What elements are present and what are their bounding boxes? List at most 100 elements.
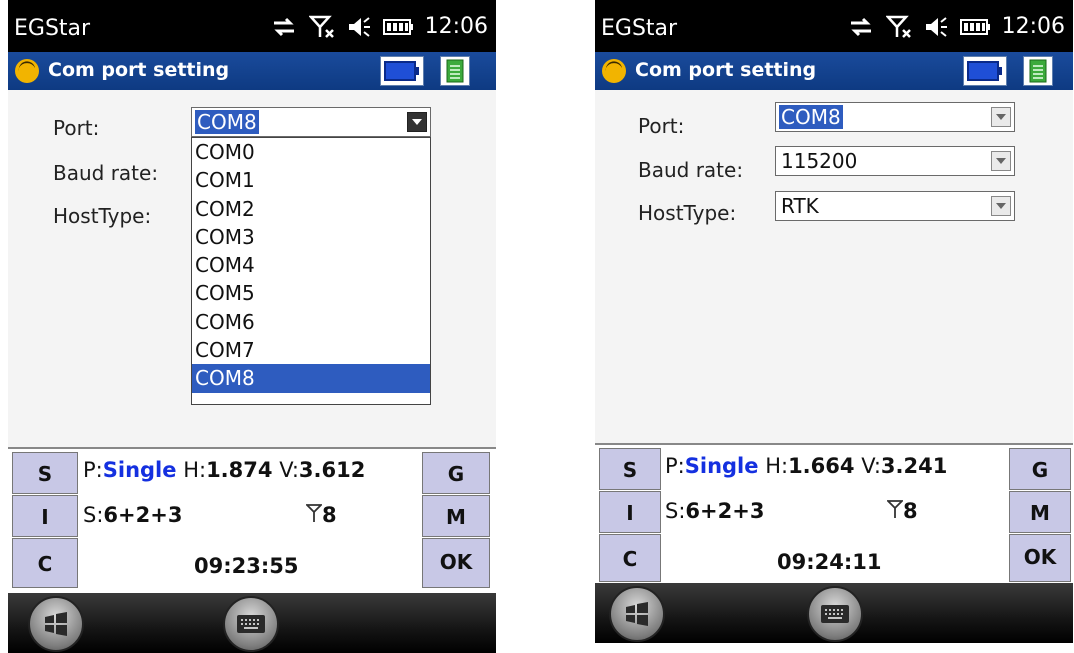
h-precision: 1.664 [788, 454, 855, 478]
solution-type: Single [102, 458, 177, 482]
dropdown-arrow-icon[interactable] [991, 196, 1011, 216]
battery-icon [382, 18, 413, 35]
battery-icon [959, 18, 990, 35]
hosttype-select[interactable]: RTK [775, 191, 1015, 221]
keyboard-button[interactable] [223, 596, 279, 652]
gps-time: 09:24:11 [777, 550, 882, 574]
title-bar: Com port setting [8, 52, 496, 90]
start-button[interactable] [28, 596, 84, 652]
taskbar [595, 583, 1073, 643]
m-button[interactable]: M [1009, 491, 1071, 533]
satellite-count: 6+2+3 [103, 503, 183, 527]
m-button[interactable]: M [422, 495, 490, 537]
port-option[interactable]: COM6 [192, 308, 430, 336]
notes-button[interactable] [1023, 56, 1053, 86]
battery-status-button[interactable] [380, 56, 424, 86]
clock-time: 12:06 [1001, 14, 1065, 39]
settings-form: Port: Baud rate: HostType: COM8 COM0 COM… [8, 90, 496, 458]
antenna-count: 8 [322, 503, 337, 527]
g-button[interactable]: G [1009, 448, 1071, 490]
position-status-line: P:Single H:1.874 V:3.612 [83, 458, 365, 482]
satellite-line: S:6+2+3 [83, 503, 182, 527]
position-status-line: P:Single H:1.664 V:3.241 [665, 454, 947, 478]
port-option[interactable]: COM7 [192, 336, 430, 364]
h-label: H: [183, 458, 207, 482]
taskbar [8, 593, 496, 653]
satellite-line: S:6+2+3 [665, 499, 764, 523]
baud-rate-value: 115200 [781, 149, 858, 173]
port-dropdown-list[interactable]: COM0 COM1 COM2 COM3 COM4 COM5 COM6 COM7 … [191, 137, 431, 405]
volume-icon [347, 16, 371, 38]
hosttype-label: HostType: [53, 204, 152, 228]
gps-status-panel: S I C G M OK P:Single H:1.874 V:3.612 S:… [8, 447, 496, 595]
port-label: Port: [638, 114, 685, 138]
i-button[interactable]: I [599, 491, 661, 533]
antenna-readout: 8 [885, 499, 918, 523]
port-select[interactable]: COM8 [191, 107, 431, 137]
dropdown-arrow-icon[interactable] [407, 112, 427, 132]
keyboard-icon [821, 605, 849, 623]
phone-screen-right: EGStar 12:06 Com port setting Port: Baud… [595, 0, 1073, 643]
windows-logo-icon [626, 602, 648, 626]
ok-button[interactable]: OK [1009, 534, 1071, 582]
i-button[interactable]: I [12, 495, 78, 537]
page-title: Com port setting [635, 59, 817, 81]
port-option[interactable]: COM4 [192, 251, 430, 279]
antenna-icon [304, 503, 324, 527]
h-precision: 1.874 [206, 458, 273, 482]
start-button[interactable] [609, 586, 665, 642]
ok-button[interactable]: OK [422, 538, 490, 588]
baud-rate-label: Baud rate: [638, 158, 744, 182]
settings-form: Port: Baud rate: HostType: COM8 115200 R… [595, 90, 1073, 448]
keyboard-button[interactable] [807, 586, 863, 642]
v-label: V: [861, 454, 881, 478]
v-precision: 3.612 [298, 458, 366, 482]
v-label: V: [279, 458, 299, 482]
antenna-count: 8 [903, 499, 918, 523]
hosttype-value: RTK [781, 194, 819, 218]
baud-rate-select[interactable]: 115200 [775, 146, 1015, 176]
port-select[interactable]: COM8 [775, 102, 1015, 132]
no-signal-icon [308, 15, 335, 39]
port-select-value: COM8 [195, 110, 259, 134]
baud-rate-label: Baud rate: [53, 161, 159, 185]
windows-logo-icon [45, 612, 67, 636]
phone-screen-left: EGStar 12:06 Com port setting Port: Baud… [8, 0, 496, 653]
c-button[interactable]: C [12, 538, 78, 588]
carrier-name: EGStar [601, 16, 678, 41]
battery-status-button[interactable] [963, 56, 1007, 86]
status-bar: EGStar 12:06 [595, 0, 1073, 50]
port-label: Port: [53, 116, 100, 140]
port-option[interactable]: COM0 [192, 138, 430, 166]
s-button[interactable]: S [12, 452, 78, 494]
antenna-icon [885, 499, 905, 523]
g-button[interactable]: G [422, 452, 490, 494]
port-option[interactable]: COM1 [192, 166, 430, 194]
clock-time: 12:06 [424, 14, 488, 39]
notes-button[interactable] [440, 56, 470, 86]
p-label: P: [665, 454, 685, 478]
p-label: P: [83, 458, 103, 482]
data-sync-icon [848, 16, 874, 38]
port-option[interactable]: COM5 [192, 279, 430, 307]
c-button[interactable]: C [599, 534, 661, 582]
title-bar: Com port setting [595, 52, 1073, 90]
hosttype-label: HostType: [638, 201, 737, 225]
dropdown-arrow-icon[interactable] [991, 151, 1011, 171]
status-bar: EGStar 12:06 [8, 0, 496, 50]
no-signal-icon [885, 15, 912, 39]
port-option[interactable]: COM2 [192, 195, 430, 223]
port-option-selected[interactable]: COM8 [192, 364, 430, 393]
s-label: S: [83, 503, 104, 527]
antenna-readout: 8 [304, 503, 337, 527]
s-button[interactable]: S [599, 448, 661, 490]
page-title: Com port setting [48, 59, 230, 81]
app-logo-icon [14, 58, 40, 84]
port-select-value: COM8 [779, 105, 843, 129]
h-label: H: [765, 454, 789, 478]
v-precision: 3.241 [880, 454, 948, 478]
app-logo-icon [601, 58, 627, 84]
keyboard-icon [237, 615, 265, 633]
port-option[interactable]: COM3 [192, 223, 430, 251]
dropdown-arrow-icon[interactable] [991, 107, 1011, 127]
